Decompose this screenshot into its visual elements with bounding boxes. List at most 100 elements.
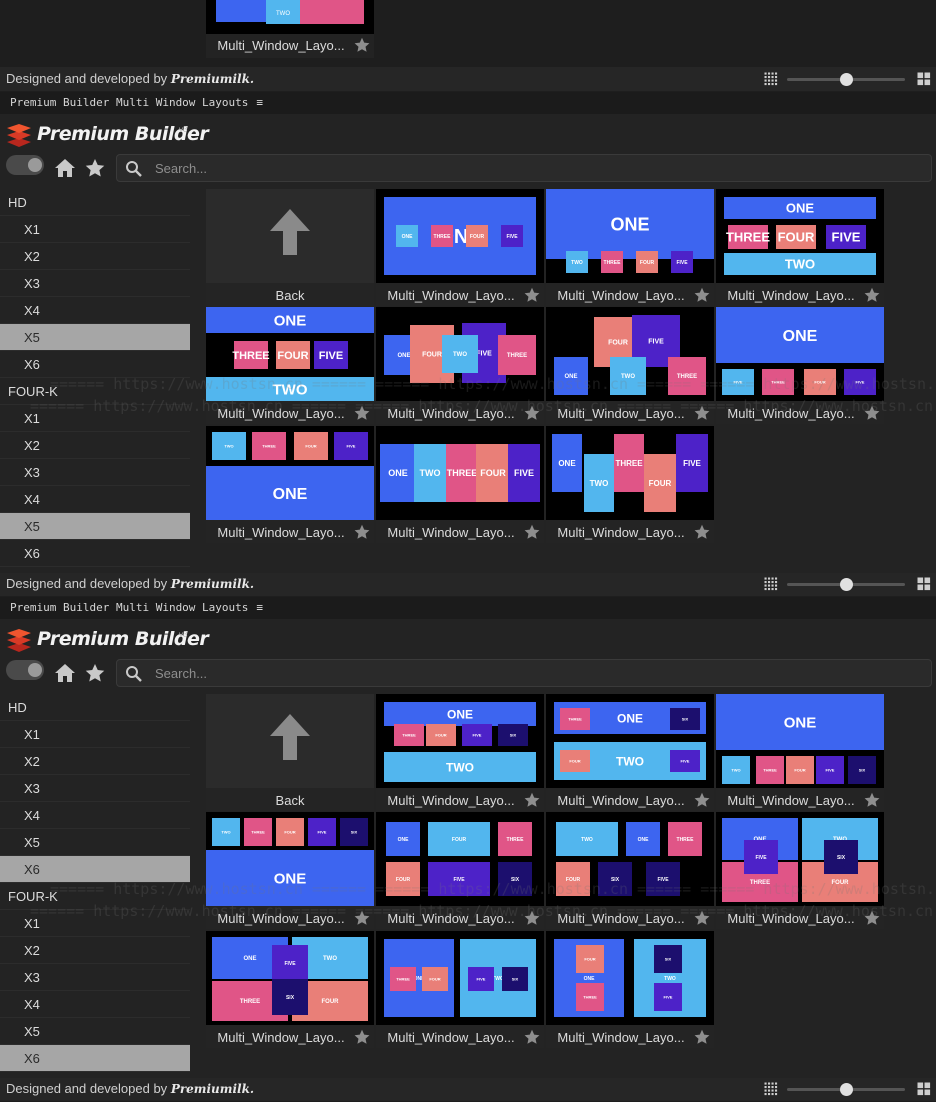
sidebar-item[interactable]: X3	[0, 964, 190, 991]
layout-card[interactable]: ONE TWO THREE FOUR SIX FIVE Multi_Window_Layo.…	[546, 694, 714, 811]
layout-card[interactable]: ONE FIVE THREE FOUR FIVE Multi_Window_Layo...	[716, 307, 884, 424]
sidebar-item[interactable]: X4	[0, 802, 190, 829]
sidebar-item[interactable]: X6	[0, 856, 190, 883]
star-icon[interactable]	[354, 405, 370, 421]
layout-card[interactable]: ONE TWO FOUR THREE SIX FIVE Multi_Window_Layo.…	[546, 931, 714, 1048]
grid-large-icon[interactable]	[917, 1082, 931, 1096]
toggle-switch[interactable]	[6, 155, 44, 175]
star-icon[interactable]	[694, 1029, 710, 1045]
home-icon[interactable]	[54, 158, 76, 178]
sidebar-item[interactable]: HD	[0, 694, 190, 721]
star-icon[interactable]	[694, 524, 710, 540]
layout-card[interactable]: ONE TWO THREE FOUR FIVE Multi_Window_Layo...	[546, 426, 714, 543]
star-icon[interactable]	[524, 287, 540, 303]
sidebar-item[interactable]: X4	[0, 297, 190, 324]
star-icon[interactable]	[354, 37, 370, 53]
sidebar-item[interactable]: X5	[0, 324, 190, 351]
grid-small-icon[interactable]	[764, 577, 778, 591]
layout-card[interactable]: ONE THREE FOUR FIVE TWO Multi_Window_Layo...	[716, 189, 884, 306]
grid-large-icon[interactable]	[917, 72, 931, 86]
sidebar-item[interactable]: FOUR-K	[0, 883, 190, 910]
sidebar-item[interactable]: X4	[0, 486, 190, 513]
sidebar-item[interactable]: X6	[0, 540, 190, 567]
layout-card[interactable]: TWO ONE THREE FOUR SIX FIVE Multi_Window_Layo.…	[546, 812, 714, 929]
star-icon[interactable]	[864, 910, 880, 926]
sidebar-item[interactable]: X1	[0, 405, 190, 432]
grid-small-icon[interactable]	[764, 1082, 778, 1096]
sidebar-item[interactable]: FOUR-K	[0, 378, 190, 405]
favorites-star-icon[interactable]	[85, 158, 105, 178]
slider-knob[interactable]	[839, 1083, 853, 1096]
layout-card[interactable]: ONETWOTHREEFOURFIVESIXMulti_Window_Layo.…	[716, 812, 884, 929]
back-card[interactable]: Back	[206, 189, 374, 306]
star-icon[interactable]	[354, 910, 370, 926]
search-input[interactable]	[155, 159, 915, 177]
sidebar-item[interactable]: X2	[0, 243, 190, 270]
sidebar-item[interactable]: X3	[0, 459, 190, 486]
sidebar-item[interactable]: X6	[0, 1045, 190, 1072]
star-icon[interactable]	[694, 910, 710, 926]
brand-logo[interactable]: Premiumilk.	[171, 1082, 254, 1096]
thumbnail-size-slider[interactable]	[787, 1083, 905, 1096]
svg-text:THREE: THREE	[507, 353, 527, 359]
home-icon[interactable]	[54, 663, 76, 683]
sidebar-item[interactable]: X1	[0, 216, 190, 243]
layout-card[interactable]: ONE FOUR FIVE TWO THREE Multi_Window_Layo...	[376, 307, 544, 424]
sidebar-item[interactable]: X3	[0, 270, 190, 297]
layout-card[interactable]: ONETWOTHREEFOURFIVESIXMulti_Window_Layo.…	[376, 931, 544, 1048]
layout-card[interactable]: ONETWOTHREEFOURFIVESIXMulti_Window_Layo.…	[376, 694, 544, 811]
star-icon[interactable]	[524, 1029, 540, 1045]
menu-icon[interactable]: ≡	[256, 601, 263, 614]
sidebar-item[interactable]: X3	[0, 775, 190, 802]
sidebar-item[interactable]: X2	[0, 937, 190, 964]
star-icon[interactable]	[694, 287, 710, 303]
slider-knob[interactable]	[839, 578, 853, 591]
layout-card[interactable]: ONETWOTHREEFOURFIVESIXMulti_Window_Layo.…	[716, 694, 884, 811]
search-input[interactable]	[155, 664, 915, 682]
sidebar-item[interactable]: X1	[0, 721, 190, 748]
sidebar-item[interactable]: X4	[0, 991, 190, 1018]
toggle-switch[interactable]	[6, 660, 44, 680]
search-bar[interactable]	[116, 659, 932, 687]
brand-logo[interactable]: Premiumilk.	[171, 72, 254, 86]
layout-card[interactable]: ONE FOUR THREE FOUR FIVE SIX Multi_Window_Layo…	[376, 812, 544, 929]
thumbnail-size-slider[interactable]	[787, 73, 905, 86]
sidebar-item[interactable]: X5	[0, 513, 190, 540]
star-icon[interactable]	[524, 524, 540, 540]
star-icon[interactable]	[864, 405, 880, 421]
thumbnail-size-slider[interactable]	[787, 578, 905, 591]
layout-card[interactable]: ONETWOTHREEFOURFIVESIXMulti_Window_Layo.…	[206, 931, 374, 1048]
slider-knob[interactable]	[839, 73, 853, 86]
star-icon[interactable]	[694, 405, 710, 421]
brand-logo[interactable]: Premiumilk.	[171, 577, 254, 591]
back-card[interactable]: Back	[206, 694, 374, 811]
search-bar[interactable]	[116, 154, 932, 182]
sidebar-item[interactable]: X2	[0, 748, 190, 775]
sidebar-item[interactable]: HD	[0, 189, 190, 216]
layout-card[interactable]: TWO THREE FOUR FIVE ONE Multi_Window_Layo...	[206, 426, 374, 543]
sidebar-item[interactable]: X1	[0, 910, 190, 937]
layout-card[interactable]: ONE THREE FOUR FIVE TWO Multi_Window_Layo...	[206, 307, 374, 424]
layout-card[interactable]: ONE TWO THREE FOUR FIVE Multi_Window_Layo...	[376, 426, 544, 543]
star-icon[interactable]	[524, 405, 540, 421]
sidebar-item[interactable]: X2	[0, 432, 190, 459]
favorites-star-icon[interactable]	[85, 663, 105, 683]
layout-card[interactable]: ONE ONE THREE FOUR FIVE Multi_Window_Layo...	[376, 189, 544, 306]
layout-card[interactable]: FOUR FIVE ONE TWO THREE Multi_Window_Layo...	[546, 307, 714, 424]
star-icon[interactable]	[694, 792, 710, 808]
grid-large-icon[interactable]	[917, 577, 931, 591]
star-icon[interactable]	[524, 792, 540, 808]
star-icon[interactable]	[864, 792, 880, 808]
star-icon[interactable]	[864, 287, 880, 303]
star-icon[interactable]	[354, 524, 370, 540]
sidebar-item[interactable]: X5	[0, 829, 190, 856]
star-icon[interactable]	[524, 910, 540, 926]
sidebar-item[interactable]: X6	[0, 351, 190, 378]
star-icon[interactable]	[354, 1029, 370, 1045]
layout-card[interactable]: ONETWOTHREEFOURFIVESIXMulti_Window_Layo.…	[206, 812, 374, 929]
layout-card[interactable]: ONE TWO THREE FOUR FIVE Multi_Window_Layo...	[546, 189, 714, 306]
layout-card-partial[interactable]: TWO Multi_Window_Layo...	[206, 0, 374, 58]
menu-icon[interactable]: ≡	[256, 96, 263, 109]
sidebar-item[interactable]: X5	[0, 1018, 190, 1045]
grid-small-icon[interactable]	[764, 72, 778, 86]
